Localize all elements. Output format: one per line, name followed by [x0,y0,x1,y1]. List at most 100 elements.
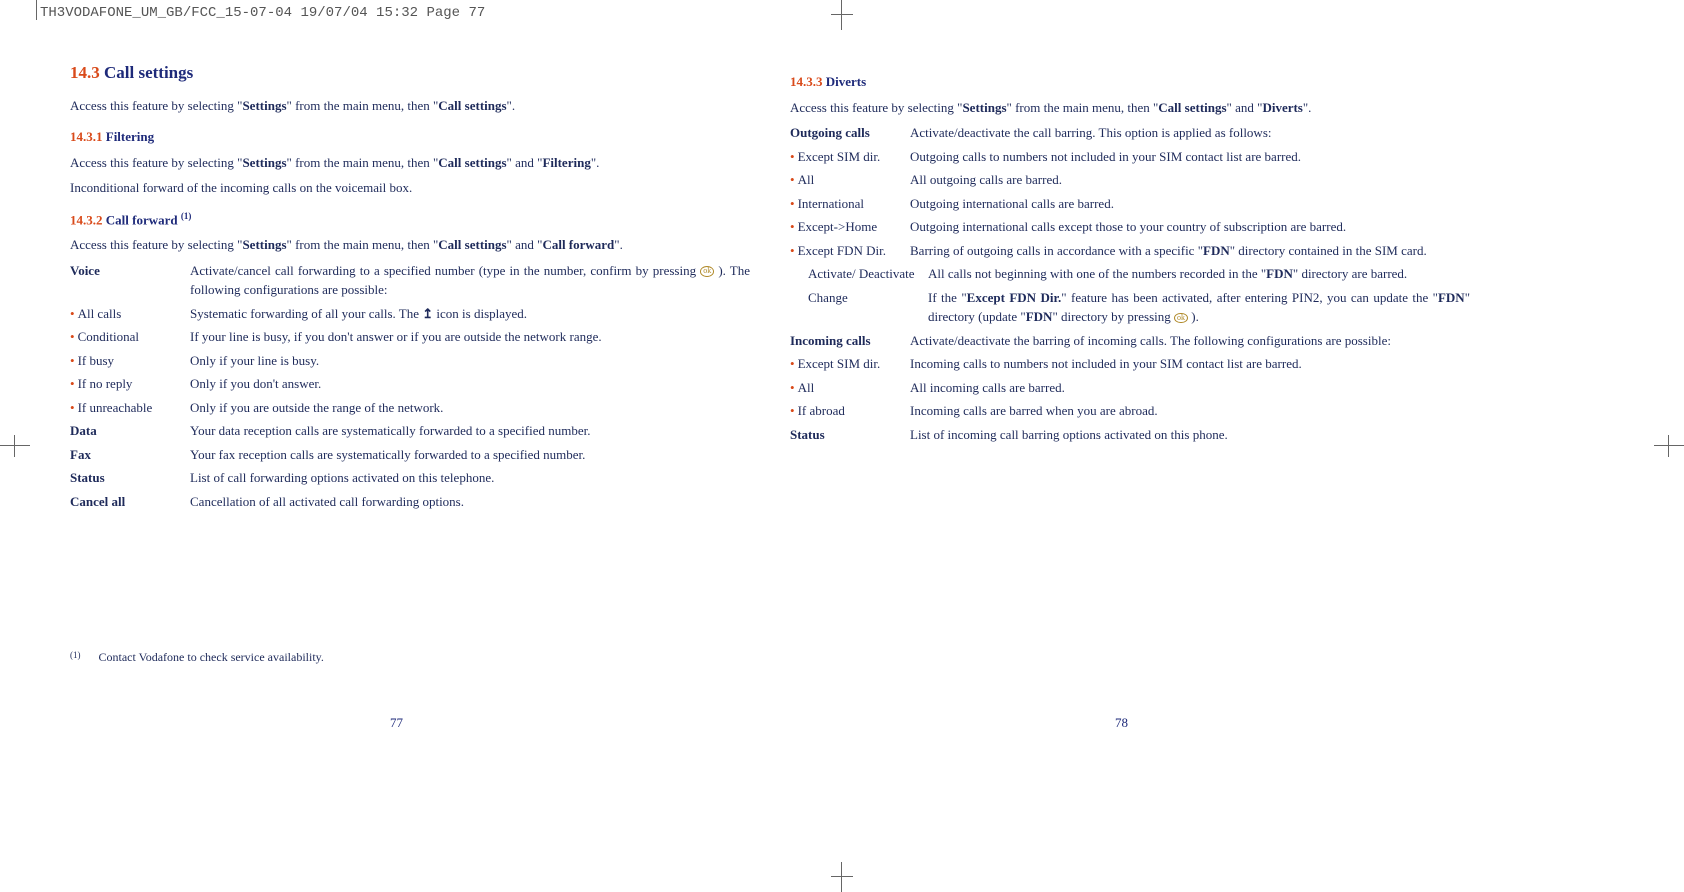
section-title: Call settings [104,63,193,82]
page-left: 14.3 Call settings Access this feature b… [70,60,750,515]
term-outgoing: Outgoing calls [790,123,910,143]
desc: All calls not beginning with one of the … [928,264,1470,284]
crop-mark-left-icon [0,431,30,461]
desc: Incoming calls to numbers not included i… [910,354,1470,374]
definition-row: •All calls Systematic forwarding of all … [70,304,750,324]
page-number-left: 77 [390,715,403,731]
term-except-fdn: •Except FDN Dir. [790,241,910,261]
print-header: TH3VODAFONE_UM_GB/FCC_15-07-04 19/07/04 … [40,5,485,21]
subsection-heading: 14.3.3 Diverts [790,72,1470,92]
definition-row: •International Outgoing international ca… [790,194,1470,214]
ok-icon: ok [1174,313,1188,324]
desc: Incoming calls are barred when you are a… [910,401,1470,421]
term-if-no-reply: •If no reply [70,374,190,394]
definition-row: •Except SIM dir. Outgoing calls to numbe… [790,147,1470,167]
ok-icon: ok [700,266,714,277]
definition-row: Change If the "Except FDN Dir." feature … [790,288,1470,327]
term-conditional: •Conditional [70,327,190,347]
forward-icon: ↥ [422,306,433,321]
definition-row: •Conditional If your line is busy, if yo… [70,327,750,347]
desc: Activate/deactivate the barring of incom… [910,331,1470,351]
body-text: Access this feature by selecting "Settin… [790,98,1470,118]
definition-row: •If no reply Only if you don't answer. [70,374,750,394]
term-if-busy: •If busy [70,351,190,371]
section-number: 14.3 [70,63,100,82]
definition-row: Cancel all Cancellation of all activated… [70,492,750,512]
definition-row: •If busy Only if your line is busy. [70,351,750,371]
term-data: Data [70,421,190,441]
desc: If your line is busy, if you don't answe… [190,327,750,347]
desc: Systematic forwarding of all your calls.… [190,304,750,324]
term-except-sim: •Except SIM dir. [790,147,910,167]
definition-row: •Except->Home Outgoing international cal… [790,217,1470,237]
crop-mark-right-icon [1654,431,1684,461]
definition-row: Fax Your fax reception calls are systema… [70,445,750,465]
footnote-mark: (1) [70,650,81,660]
term-status: Status [70,468,190,488]
term-incoming: Incoming calls [790,331,910,351]
subsection-heading: 14.3.1 Filtering [70,127,750,147]
term-fax: Fax [70,445,190,465]
desc: Activate/deactivate the call barring. Th… [910,123,1470,143]
body-text: Access this feature by selecting "Settin… [70,235,750,255]
desc: Barring of outgoing calls in accordance … [910,241,1470,261]
term-international: •International [790,194,910,214]
desc: Outgoing international calls are barred. [910,194,1470,214]
desc: List of incoming call barring options ac… [910,425,1470,445]
term-cancel-all: Cancel all [70,492,190,512]
page-right: 14.3.3 Diverts Access this feature by se… [790,60,1470,448]
desc: Cancellation of all activated call forwa… [190,492,750,512]
definition-row: •Except FDN Dir. Barring of outgoing cal… [790,241,1470,261]
definition-row: •All All outgoing calls are barred. [790,170,1470,190]
desc: Only if you are outside the range of the… [190,398,750,418]
desc: Only if your line is busy. [190,351,750,371]
subsection-number: 14.3.3 [790,74,823,89]
subsection-number: 14.3.1 [70,129,103,144]
term-if-abroad: •If abroad [790,401,910,421]
definition-row: Status List of incoming call barring opt… [790,425,1470,445]
crop-mark-top-icon [827,0,857,30]
term-all-calls: •All calls [70,304,190,324]
definition-row: •Except SIM dir. Incoming calls to numbe… [790,354,1470,374]
footnote-text: Contact Vodafone to check service availa… [99,650,324,664]
crop-line [36,0,37,20]
page-number-right: 78 [1115,715,1128,731]
definition-row: •If abroad Incoming calls are barred whe… [790,401,1470,421]
subsection-title: Diverts [826,74,866,89]
desc: Only if you don't answer. [190,374,750,394]
term-in-all: •All [790,378,910,398]
desc: List of call forwarding options activate… [190,468,750,488]
term-in-status: Status [790,425,910,445]
desc: All outgoing calls are barred. [910,170,1470,190]
definition-row: Activate/ Deactivate All calls not begin… [790,264,1470,284]
definition-row: Data Your data reception calls are syste… [70,421,750,441]
term-activate: Activate/ Deactivate [790,264,928,284]
desc: If the "Except FDN Dir." feature has bee… [928,288,1470,327]
definition-row: •All All incoming calls are barred. [790,378,1470,398]
body-text: Inconditional forward of the incoming ca… [70,178,750,198]
desc: Your fax reception calls are systematica… [190,445,750,465]
term-change: Change [790,288,928,308]
subsection-number: 14.3.2 [70,212,103,227]
subsection-title: Filtering [106,129,154,144]
definition-row: Incoming calls Activate/deactivate the b… [790,331,1470,351]
desc: Outgoing international calls except thos… [910,217,1470,237]
desc: Your data reception calls are systematic… [190,421,750,441]
definition-row: •If unreachable Only if you are outside … [70,398,750,418]
term-except-home: •Except->Home [790,217,910,237]
desc: All incoming calls are barred. [910,378,1470,398]
term-if-unreachable: •If unreachable [70,398,190,418]
subsection-heading: 14.3.2 Call forward (1) [70,210,750,230]
desc: Outgoing calls to numbers not included i… [910,147,1470,167]
intro-text: Access this feature by selecting "Settin… [70,96,750,116]
desc: Activate/cancel call forwarding to a spe… [190,261,750,300]
crop-mark-bottom-icon [827,862,857,892]
footnote: (1) Contact Vodafone to check service ava… [70,650,324,665]
definition-row: Outgoing calls Activate/deactivate the c… [790,123,1470,143]
term-all: •All [790,170,910,190]
term-in-except-sim: •Except SIM dir. [790,354,910,374]
subsection-title: Call forward [106,212,181,227]
body-text: Access this feature by selecting "Settin… [70,153,750,173]
term-voice: Voice [70,261,190,281]
definition-row: Voice Activate/cancel call forwarding to… [70,261,750,300]
